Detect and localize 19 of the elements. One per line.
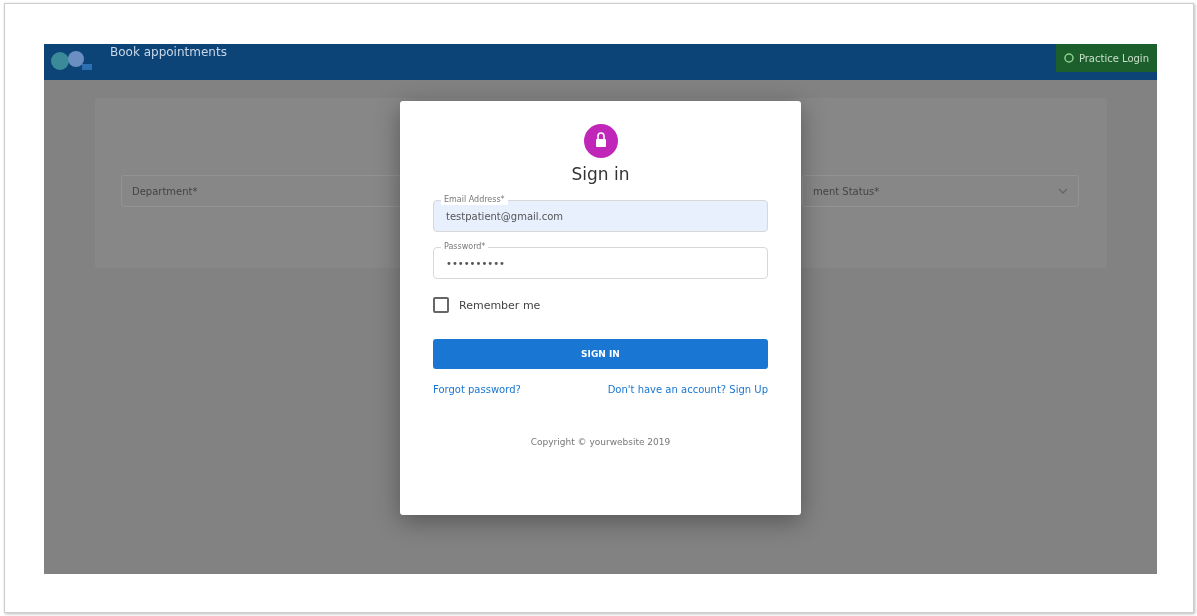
lock-icon	[583, 124, 618, 158]
dialog-title: Sign in	[571, 164, 630, 184]
app-title: Book appointments	[110, 45, 227, 59]
select-label: ment Status*	[813, 185, 880, 197]
checkbox[interactable]	[433, 297, 449, 313]
sign-up-link[interactable]: Don't have an account? Sign Up	[607, 384, 768, 395]
select-label: Department*	[132, 185, 198, 197]
copyright-text: Copyright © yourwebsite 2019	[530, 437, 671, 447]
field-value: testpatient@gmail.com	[446, 210, 564, 222]
field-label: Password*	[441, 241, 489, 252]
select-field[interactable]: ment Status*	[802, 175, 1079, 207]
field-value: ••••••••••	[446, 257, 505, 269]
login-icon	[1063, 53, 1074, 63]
practice-login-button[interactable]: Practice Login	[1055, 44, 1157, 72]
checkbox-label: Remember me	[459, 298, 541, 312]
forgot-password-link[interactable]: Forgot password?	[433, 384, 521, 395]
select-field[interactable]: Department*	[121, 175, 401, 207]
field-label: Email Address*	[441, 194, 508, 205]
sign-in-button[interactable]: SIGN IN	[433, 339, 768, 369]
